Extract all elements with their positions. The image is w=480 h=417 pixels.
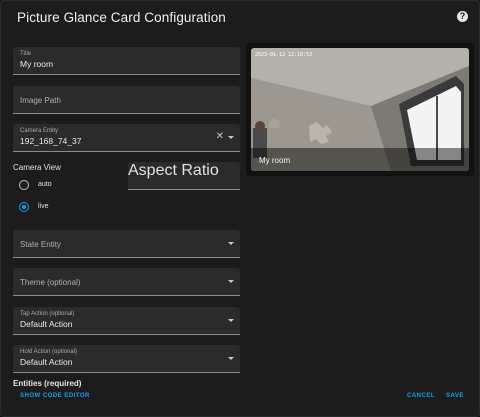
hold-action-value: Default Action	[20, 357, 73, 367]
save-button[interactable]: SAVE	[446, 393, 464, 399]
entities-label: Entities (required)	[13, 379, 82, 388]
camera-image: 2023-01-12 12:10:53 My room	[251, 48, 469, 171]
hold-action-label: Hold Action (optional)	[20, 349, 78, 355]
dropdown-arrow-icon[interactable]	[228, 319, 234, 322]
dropdown-arrow-icon[interactable]	[228, 280, 234, 283]
camera-view-auto-label: auto	[38, 181, 52, 188]
camera-view-auto-radio[interactable]	[19, 180, 29, 190]
tap-action-field[interactable]: Tap Action (optional) Default Action	[13, 307, 240, 335]
tap-action-label: Tap Action (optional)	[20, 311, 75, 317]
aspect-ratio-field[interactable]: Aspect Ratio	[128, 162, 240, 190]
camera-entity-value: 192_168_74_37	[20, 136, 82, 146]
camera-view-live-radio[interactable]	[19, 202, 29, 212]
camera-view-label: Camera View	[13, 163, 61, 172]
title-field[interactable]: Title My room	[13, 47, 240, 75]
config-dialog: Picture Glance Card Configuration ? Titl…	[0, 0, 480, 417]
card-title-overlay: My room	[251, 148, 469, 171]
clear-icon[interactable]: ✕	[216, 131, 224, 142]
cancel-button[interactable]: CANCEL	[407, 393, 435, 399]
title-field-value: My room	[20, 59, 54, 69]
help-icon[interactable]: ?	[457, 11, 468, 22]
card-title: My room	[259, 156, 291, 165]
camera-timestamp: 2023-01-12 12:10:53	[255, 52, 312, 58]
dropdown-arrow-icon[interactable]	[228, 136, 234, 139]
image-path-placeholder: Image Path	[20, 96, 61, 105]
dialog-header: Picture Glance Card Configuration ?	[1, 1, 479, 35]
hold-action-field[interactable]: Hold Action (optional) Default Action	[13, 345, 240, 373]
aspect-ratio-placeholder: Aspect Ratio	[128, 162, 219, 179]
show-code-editor-button[interactable]: SHOW CODE EDITOR	[20, 393, 90, 399]
image-path-field[interactable]: Image Path	[13, 86, 240, 114]
camera-view-live-label: live	[38, 203, 49, 210]
dropdown-arrow-icon[interactable]	[228, 242, 234, 245]
state-entity-field[interactable]: State Entity	[13, 230, 240, 258]
card-preview: 2023-01-12 12:10:53 My room	[246, 43, 474, 176]
theme-field[interactable]: Theme (optional)	[13, 268, 240, 296]
tap-action-value: Default Action	[20, 319, 73, 329]
dropdown-arrow-icon[interactable]	[228, 357, 234, 360]
theme-placeholder: Theme (optional)	[20, 278, 81, 287]
camera-entity-field[interactable]: Camera Entity 192_168_74_37 ✕	[13, 124, 240, 152]
dialog-title: Picture Glance Card Configuration	[17, 10, 226, 25]
camera-entity-label: Camera Entity	[20, 128, 59, 134]
state-entity-placeholder: State Entity	[20, 240, 61, 249]
title-field-label: Title	[20, 51, 32, 57]
